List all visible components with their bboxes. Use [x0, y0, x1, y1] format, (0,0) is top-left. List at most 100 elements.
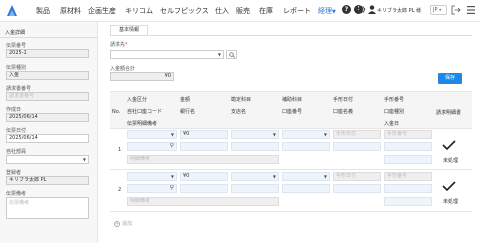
search-icon[interactable]: ⚲ [170, 185, 174, 191]
account-holder-field [333, 184, 381, 193]
remarks-label: 伝票備考 [6, 191, 27, 197]
add-row-button[interactable]: + 追加 [114, 220, 132, 227]
amount-input[interactable]: ¥0 [180, 130, 228, 139]
nav-item-accounting[interactable]: 経理▼ [318, 6, 336, 16]
remarks-textarea[interactable]: 伝票備考 [6, 197, 89, 219]
deposit-type-select[interactable]: ▼ [127, 130, 177, 139]
nav-item-purchase[interactable]: 仕入 [215, 6, 229, 16]
language-select[interactable]: JP ▾ [430, 5, 447, 15]
checkmark-icon [442, 181, 456, 191]
save-button[interactable]: 保存 [438, 73, 462, 84]
billing-to-select[interactable]: ▼ [110, 50, 224, 59]
deposit-type-select[interactable]: ▼ [127, 172, 177, 181]
account-holder-field [333, 142, 381, 151]
bill-date-input[interactable]: 手形日付 [333, 172, 381, 181]
slip-detail-panel: 入金詳細 伝票番号 2025-1 伝票種別 入金 請求書番号 請求書番号 作成日… [0, 22, 98, 243]
language-value: JP [433, 7, 438, 13]
col-header-amount: 金額 [180, 97, 191, 103]
user-icon[interactable] [368, 5, 376, 14]
col-header-line-remarks: 伝票明細備考 [127, 121, 158, 127]
line-remarks-input[interactable]: 明細備考 [127, 155, 279, 164]
bill-date-placeholder: 手形日付 [336, 131, 357, 137]
sub-account-select[interactable]: ▼ [282, 130, 330, 139]
col-header-bank-name: 銀行名 [180, 109, 196, 115]
nav-item-materials[interactable]: 原材料 [60, 6, 81, 16]
panel-title: 入金詳細 [5, 30, 26, 36]
account-title-select[interactable]: ▼ [231, 172, 279, 181]
search-icon [229, 52, 235, 58]
plus-circle-icon: + [114, 220, 120, 227]
deposit-date-field[interactable] [384, 197, 432, 206]
slip-date-label: 伝票日付 [6, 128, 27, 134]
slip-no-field: 2025-1 [6, 49, 89, 58]
bank-name-field [180, 184, 228, 193]
row-divider [110, 211, 472, 212]
nav-item-kiricom[interactable]: キリコム [125, 6, 153, 16]
settings-gear-icon[interactable] [357, 5, 366, 14]
bill-number-placeholder: 手形番号 [387, 173, 408, 179]
menu-icon[interactable] [466, 4, 476, 16]
col-header-branch-name: 支店名 [231, 109, 247, 115]
status-badge: 未処理 [443, 158, 459, 164]
nav-item-selfpicks[interactable]: セルフピックス [160, 6, 209, 16]
nav-item-planning[interactable]: 企画生産 [88, 6, 116, 16]
status-badge: 未処理 [443, 199, 459, 205]
col-header-deposit-type: 入金区分 [127, 97, 148, 103]
amount-input[interactable]: ¥0 [180, 172, 228, 181]
account-number-field [282, 142, 330, 151]
sub-account-select[interactable]: ▼ [282, 172, 330, 181]
logout-icon[interactable] [451, 5, 461, 15]
own-account-code-input[interactable]: ⚲ [127, 142, 177, 151]
nav-item-reports[interactable]: レポート [283, 6, 311, 16]
company-label: 自社部員 [6, 149, 27, 155]
slip-no-label: 伝票番号 [6, 43, 27, 49]
col-header-sub-account: 補助科目 [282, 97, 303, 103]
nav-item-products[interactable]: 製品 [36, 6, 50, 16]
remarks-placeholder: 伝票備考 [9, 200, 30, 206]
own-account-code-input[interactable]: ⚲ [127, 184, 177, 193]
account-number-field [282, 184, 330, 193]
col-header-account-title: 勘定科目 [231, 97, 252, 103]
billing-no-field: 請求書番号 [6, 92, 89, 101]
col-header-own-account-code: 自社口座コード [127, 109, 163, 115]
deposit-date-field[interactable] [384, 155, 432, 164]
chevron-down-icon: ▼ [170, 132, 174, 137]
bill-number-input[interactable]: 手形番号 [384, 172, 432, 181]
bill-date-placeholder: 手形日付 [336, 173, 357, 179]
created-field: 2025/06/14 [6, 113, 89, 122]
nav-item-sales[interactable]: 販売 [236, 6, 250, 16]
tab-divider [110, 35, 472, 36]
nav-item-accounting-label: 経理 [318, 7, 332, 15]
row-divider [110, 169, 472, 170]
line-remarks-input[interactable]: 明細備考 [127, 197, 279, 206]
chevron-down-icon: ▾ [439, 7, 442, 12]
app-logo-icon[interactable] [4, 3, 20, 19]
help-icon[interactable]: ? [342, 5, 351, 14]
company-select[interactable]: ▼ [6, 155, 89, 164]
registrant-label: 登録者 [6, 170, 22, 176]
slip-type-field: 入金 [6, 71, 89, 80]
branch-name-field [231, 142, 279, 151]
chevron-down-icon: ▼ [323, 174, 327, 179]
bill-number-placeholder: 手形番号 [387, 131, 408, 137]
divider [0, 37, 98, 38]
chevron-down-icon: ▼ [170, 174, 174, 179]
nav-item-inventory[interactable]: 在庫 [259, 6, 273, 16]
tab-basic-info[interactable]: 基本情報 [110, 25, 148, 35]
chevron-down-icon: ▼ [332, 9, 336, 15]
created-label: 作成日 [6, 107, 22, 113]
bill-number-input[interactable]: 手形番号 [384, 130, 432, 139]
account-title-select[interactable]: ▼ [231, 130, 279, 139]
add-row-label: 追加 [122, 221, 133, 227]
search-icon[interactable]: ⚲ [170, 143, 174, 149]
bill-date-input[interactable]: 手形日付 [333, 130, 381, 139]
billing-to-search-button[interactable] [226, 50, 237, 59]
col-header-bill-date: 手形日付 [333, 97, 354, 103]
slip-date-field[interactable]: 2025/06/14 [6, 134, 89, 143]
col-header-invoice-detail: 請求明細書 [436, 110, 462, 116]
col-header-account-number: 口座番号 [282, 109, 303, 115]
user-name: キリブラ太郎 PL 様 [377, 8, 421, 14]
col-header-account-holder: 口座名義 [333, 109, 354, 115]
col-header-account-type: 口座種別 [384, 109, 405, 115]
chevron-down-icon: ▼ [217, 52, 221, 57]
